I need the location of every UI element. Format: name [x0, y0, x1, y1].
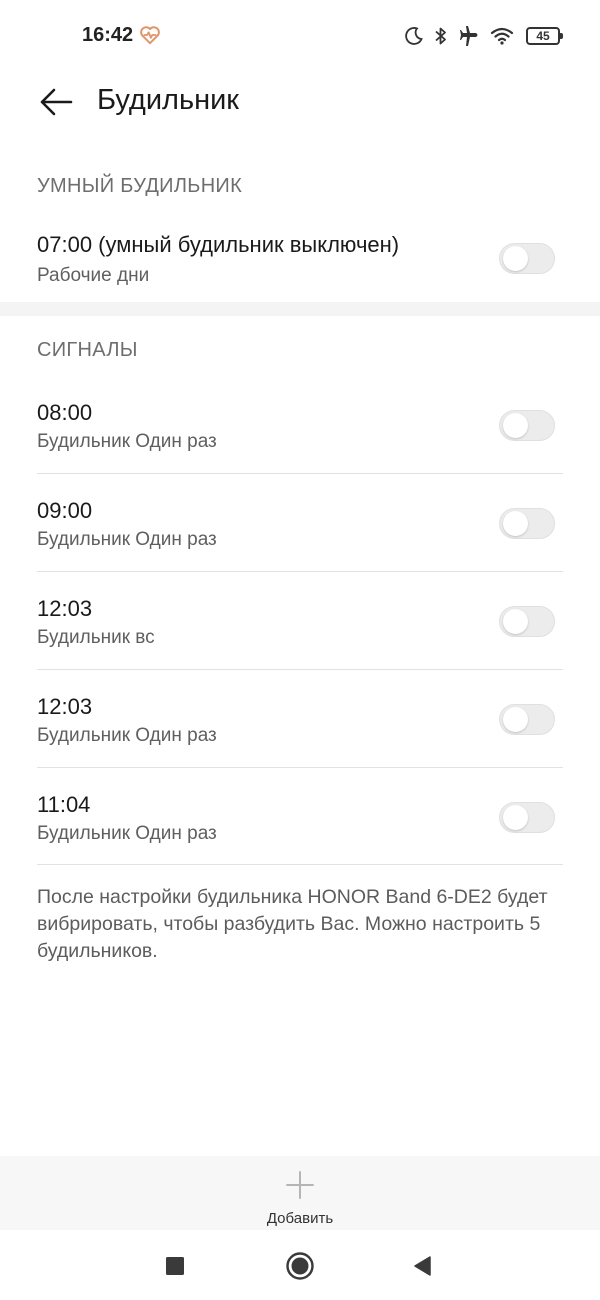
info-note: После настройки будильника HONOR Band 6-…: [37, 886, 548, 962]
square-icon: [166, 1257, 184, 1275]
back-nav-button[interactable]: [402, 1246, 442, 1286]
status-icons: 45: [404, 24, 563, 48]
alarm-time: 07:00 (умный будильник выключен): [37, 232, 400, 257]
bottom-action-bar: Добавить: [0, 1156, 600, 1230]
alarm-toggle[interactable]: [499, 410, 555, 441]
add-alarm-button[interactable]: Добавить: [250, 1156, 350, 1230]
home-button[interactable]: [280, 1246, 320, 1286]
plus-icon: [286, 1171, 314, 1199]
section-separator: [0, 302, 600, 316]
alarm-row[interactable]: 11:04 Будильник Один раз: [0, 768, 600, 865]
add-alarm-label: Добавить: [266, 1210, 334, 1227]
alarm-time: 12:03: [37, 596, 93, 621]
triangle-back-icon: [414, 1256, 431, 1276]
wifi-icon: [490, 27, 514, 45]
section-header-smart: УМНЫЙ БУДИЛЬНИК: [37, 175, 243, 197]
back-arrow-icon: [40, 88, 73, 116]
alarm-toggle[interactable]: [499, 508, 555, 539]
toggle-knob: [503, 707, 528, 732]
status-time: 16:42: [82, 24, 134, 46]
alarm-repeat: Рабочие дни: [37, 265, 150, 286]
toggle-knob: [503, 511, 528, 536]
status-bar: 16:42 45: [0, 0, 600, 70]
alarm-row[interactable]: 12:03 Будильник Один раз: [0, 670, 600, 767]
smart-alarm-toggle[interactable]: [499, 243, 555, 274]
toggle-knob: [503, 413, 528, 438]
page-title: Будильник: [97, 84, 239, 116]
alarm-repeat: Будильник Один раз: [37, 823, 217, 844]
section-header-signals: СИГНАЛЫ: [37, 339, 138, 361]
toggle-knob: [503, 246, 528, 271]
system-nav-bar: [0, 1230, 600, 1300]
recents-button[interactable]: [155, 1246, 195, 1286]
alarm-row[interactable]: 12:03 Будильник вс: [0, 572, 600, 669]
bluetooth-icon: [435, 27, 446, 45]
battery-icon: 45: [526, 27, 563, 45]
alarm-repeat: Будильник Один раз: [37, 529, 217, 550]
airplane-icon: [460, 26, 478, 46]
alarm-time: 09:00: [37, 498, 93, 523]
alarm-time: 08:00: [37, 400, 93, 425]
alarm-toggle[interactable]: [499, 606, 555, 637]
app-header: Будильник: [0, 70, 600, 140]
battery-level: 45: [536, 29, 550, 43]
divider: [37, 864, 563, 865]
alarm-toggle[interactable]: [499, 704, 555, 735]
alarm-repeat: Будильник Один раз: [37, 431, 217, 452]
alarm-repeat: Будильник вс: [37, 627, 155, 648]
alarm-time: 11:04: [37, 792, 91, 817]
alarm-time: 12:03: [37, 694, 93, 719]
moon-icon: [405, 27, 423, 45]
heart-pulse-icon: [140, 26, 160, 45]
toggle-knob: [503, 805, 528, 830]
toggle-knob: [503, 609, 528, 634]
alarm-repeat: Будильник Один раз: [37, 725, 217, 746]
alarm-row[interactable]: 08:00 Будильник Один раз: [0, 376, 600, 473]
alarm-toggle[interactable]: [499, 802, 555, 833]
alarm-row[interactable]: 09:00 Будильник Один раз: [0, 474, 600, 571]
smart-alarm-row[interactable]: 07:00 (умный будильник выключен) Рабочие…: [0, 222, 600, 302]
back-button[interactable]: [34, 80, 78, 124]
home-circle-icon: [286, 1252, 314, 1280]
